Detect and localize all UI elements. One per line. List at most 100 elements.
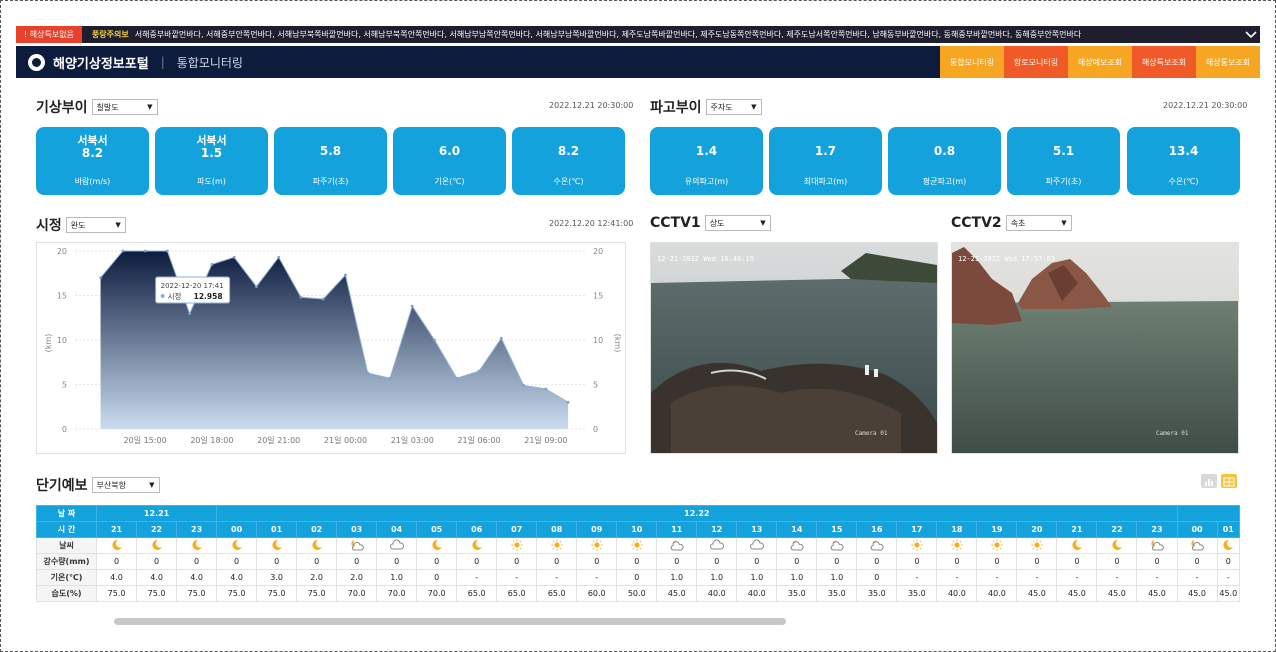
header-tab-3[interactable]: 해상예보조회 bbox=[1068, 46, 1132, 78]
cctv2-feed[interactable]: 12-21-2022 Wed 17:57:03 Camera 01 bbox=[951, 242, 1239, 454]
data-point bbox=[410, 304, 414, 308]
date-cell: 12.21 bbox=[96, 505, 218, 522]
cctv2-select[interactable]: 속초 ▼ bbox=[1005, 215, 1072, 231]
header-tab-5[interactable]: 해상통보조회 bbox=[1196, 46, 1260, 78]
card-label: 파도(m) bbox=[197, 177, 226, 186]
temp-cell: - bbox=[1176, 569, 1218, 586]
precip-cell: 0 bbox=[416, 553, 458, 570]
caret-down-icon: ▼ bbox=[147, 103, 153, 111]
hour-cell: 04 bbox=[376, 521, 418, 538]
x-tick-label: 20일 15:00 bbox=[124, 436, 167, 445]
weather-cell bbox=[576, 537, 618, 554]
table-view-icon[interactable] bbox=[1221, 474, 1237, 488]
temp-cell: 1.0 bbox=[656, 569, 698, 586]
data-point bbox=[499, 336, 503, 340]
hour-cell: 22 bbox=[136, 521, 178, 538]
hour-cell: 01 bbox=[256, 521, 298, 538]
site-logo[interactable]: 해양기상정보포털 bbox=[28, 53, 149, 72]
hour-cell: 21 bbox=[96, 521, 138, 538]
card-label: 평균파고(m) bbox=[922, 177, 967, 186]
y-tick-label-right: 20 bbox=[593, 247, 603, 256]
moon-icon bbox=[431, 539, 443, 553]
data-point bbox=[99, 276, 102, 280]
temp-cell: - bbox=[1016, 569, 1058, 586]
y-axis-label-right: (km) bbox=[613, 334, 622, 353]
precip-cell: 0 bbox=[976, 553, 1018, 570]
x-tick-label: 20일 18:00 bbox=[190, 436, 233, 445]
hour-cell: 23 bbox=[1136, 521, 1178, 538]
humidity-cell: 35.0 bbox=[896, 585, 938, 602]
alert-ticker: 서해중부바깥먼바다, 서해중부안쪽먼바다, 서해남부북쪽바깥먼바다, 서해남부북… bbox=[134, 30, 1082, 39]
forecast-scrollbar[interactable] bbox=[36, 617, 1240, 625]
header-tab-4[interactable]: 해상특보조회 bbox=[1132, 46, 1196, 78]
logo-icon bbox=[28, 53, 45, 71]
weather-buoy-select[interactable]: 칠발도 ▼ bbox=[91, 99, 158, 115]
data-point bbox=[344, 273, 347, 277]
precip-cell: 0 bbox=[1136, 553, 1178, 570]
chevron-down-icon[interactable] bbox=[1242, 26, 1260, 43]
cctv1-image: 12-21-2022 Wed 16:46:19 Camera 01 bbox=[651, 243, 937, 453]
cctv1-feed[interactable]: 12-21-2022 Wed 16:46:19 Camera 01 bbox=[650, 242, 938, 454]
temp-cell: - bbox=[576, 569, 618, 586]
hour-cell: 01 bbox=[1216, 521, 1241, 538]
precip-cell: 0 bbox=[696, 553, 738, 570]
humidity-cell: 40.0 bbox=[976, 585, 1018, 602]
weather-cell bbox=[416, 537, 458, 554]
weather-cell bbox=[336, 537, 378, 554]
hour-cell: 02 bbox=[296, 521, 338, 538]
forecast-table: 날 짜 12.21 12.22 시 간 21 22 23 00 01 02 03 04 05 06 07 08… bbox=[35, 505, 1241, 602]
row-header: 강수량(mm) bbox=[35, 553, 98, 570]
humidity-cell: 45.0 bbox=[1096, 585, 1138, 602]
weather-cell bbox=[256, 537, 298, 554]
alert-badge[interactable]: ! 해상특보없음 bbox=[16, 26, 82, 43]
data-point bbox=[277, 255, 281, 259]
x-tick-label: 20일 21:00 bbox=[257, 436, 300, 445]
temp-cell: - bbox=[1096, 569, 1138, 586]
wave-buoy-select-value: 주자도 bbox=[710, 102, 733, 112]
moon-icon bbox=[311, 539, 323, 553]
humidity-cell: 45.0 bbox=[1136, 585, 1178, 602]
humidity-cell: 45.0 bbox=[1176, 585, 1218, 602]
scrollbar-thumb[interactable] bbox=[114, 618, 786, 625]
hour-cell: 20 bbox=[1016, 521, 1058, 538]
header-tab-2[interactable]: 항로모니터링 bbox=[1004, 46, 1068, 78]
moon-icon bbox=[151, 539, 163, 553]
tooltip-time: 2022-12-20 17:41 bbox=[161, 282, 224, 290]
hour-cell: 17 bbox=[896, 521, 938, 538]
forecast-select[interactable]: 부산북항 ▼ bbox=[91, 477, 160, 493]
precip-cell: 0 bbox=[656, 553, 698, 570]
humidity-cell: 50.0 bbox=[616, 585, 658, 602]
header-tab-1[interactable]: 통합모니터링 bbox=[940, 46, 1004, 78]
precip-cell: 0 bbox=[1096, 553, 1138, 570]
y-tick-label-right: 10 bbox=[593, 336, 603, 345]
cloud-icon bbox=[389, 539, 404, 553]
humidity-cell: 70.0 bbox=[416, 585, 458, 602]
data-point bbox=[321, 297, 325, 301]
hour-cell: 12 bbox=[696, 521, 738, 538]
card-label: 기온(℃) bbox=[434, 177, 465, 186]
caret-down-icon: ▼ bbox=[760, 219, 766, 227]
weather-cell bbox=[616, 537, 658, 554]
weather-cell bbox=[936, 537, 978, 554]
site-title: 해양기상정보포털 bbox=[53, 56, 149, 72]
visibility-select[interactable]: 완도 ▼ bbox=[65, 217, 126, 233]
caret-down-icon: ▼ bbox=[149, 481, 155, 489]
moon-icon bbox=[191, 539, 203, 553]
card-label: 파주기(초) bbox=[1045, 177, 1082, 186]
chart-view-icon[interactable] bbox=[1201, 474, 1217, 488]
weather-buoy-card: 서북서 1.5 파도(m) bbox=[155, 127, 268, 195]
weather-buoy-select-value: 칠발도 bbox=[96, 102, 119, 112]
wave-buoy-select[interactable]: 주자도 ▼ bbox=[705, 99, 762, 115]
card-value: 5.8 bbox=[319, 144, 342, 158]
forecast-date-row: 날 짜 12.21 12.22 bbox=[35, 505, 1241, 522]
alert-warning-type: 풍랑주의보 bbox=[91, 30, 129, 39]
cctv1-select[interactable]: 상도 ▼ bbox=[704, 215, 771, 231]
humidity-cell: 70.0 bbox=[336, 585, 378, 602]
sun-icon bbox=[551, 539, 563, 553]
precip-cell: 0 bbox=[1216, 553, 1241, 570]
caret-down-icon: ▼ bbox=[1061, 219, 1067, 227]
sun-icon bbox=[1031, 539, 1043, 553]
weather-buoy-card: 5.8 파주기(초) bbox=[274, 127, 387, 195]
temp-cell: - bbox=[1216, 569, 1241, 586]
x-tick-label: 21일 09:00 bbox=[524, 436, 567, 445]
